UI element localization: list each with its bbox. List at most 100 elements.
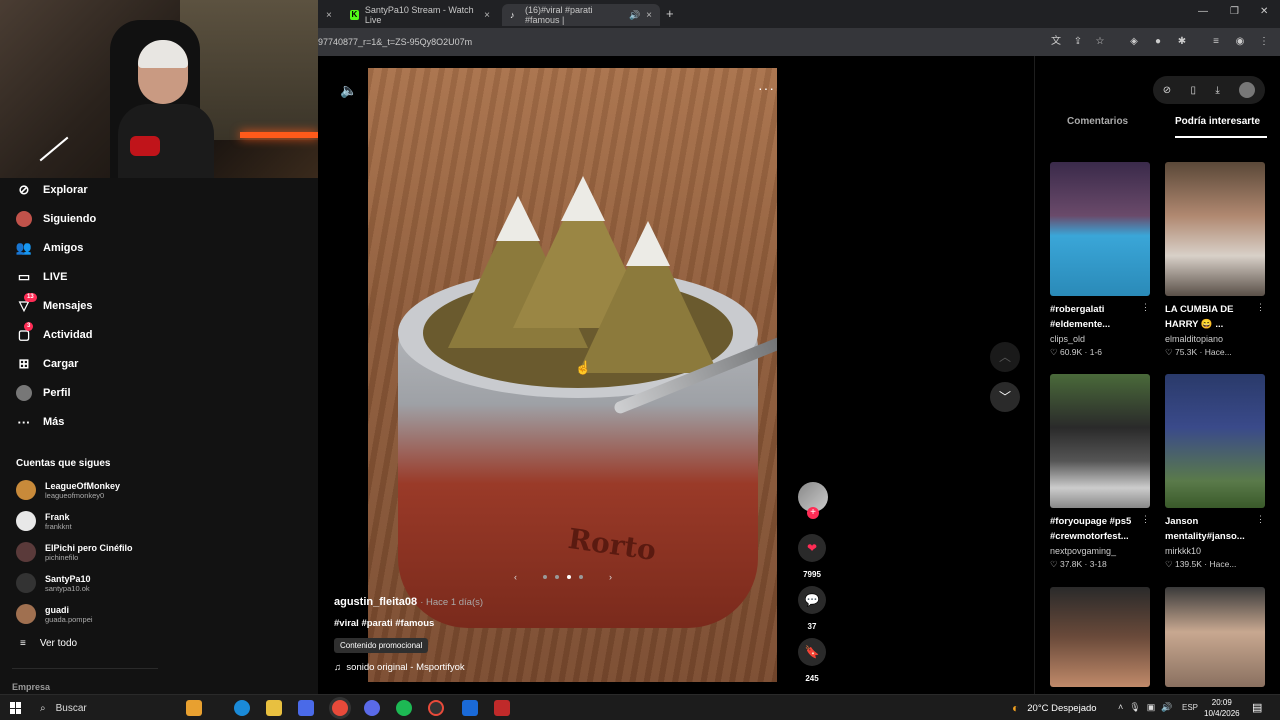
see-all-link[interactable]: ≡ Ver todo	[20, 638, 77, 649]
more-options-icon[interactable]: ⋮	[1256, 302, 1265, 313]
speaker-icon[interactable]: 🔊	[629, 10, 640, 21]
followed-account[interactable]: Frank frankknt	[16, 511, 72, 531]
suggested-video-card[interactable]: LA CUMBIA DE HARRY 😄 ... ⋮ elmalditopiano…	[1165, 162, 1267, 358]
compass-icon[interactable]: ⊘	[1163, 85, 1171, 96]
video-thumbnail[interactable]	[1050, 374, 1150, 508]
sidebar-item-mas[interactable]: ··· Más	[16, 414, 65, 430]
new-tab-button[interactable]: +	[666, 6, 674, 21]
volume-icon[interactable]: 🔊	[1161, 702, 1172, 713]
suggested-video-card[interactable]	[1050, 587, 1152, 687]
phone-icon[interactable]: ▯	[1191, 85, 1197, 96]
tab-tiktok-active[interactable]: ♪ (16)#viral #parati #famous | 🔊 ×	[502, 4, 660, 26]
tab-comments[interactable]: Comentarios	[1067, 116, 1128, 127]
like-button[interactable]: ❤ 7995	[798, 534, 826, 579]
follow-plus-button[interactable]: +	[807, 507, 819, 519]
sidebar-item-actividad[interactable]: ▢ 3 Actividad	[16, 322, 93, 343]
tab-suggested[interactable]: Podría interesarte	[1175, 116, 1260, 127]
obs-icon[interactable]	[428, 700, 444, 716]
close-window-icon[interactable]: ✕	[1260, 6, 1268, 17]
sidebar-item-mensajes[interactable]: ▽ 13 Mensajes	[16, 293, 93, 314]
extension-blue-icon[interactable]: ●	[1152, 36, 1164, 48]
video-thumbnail[interactable]	[1165, 162, 1265, 296]
tab-previous[interactable]: ×	[318, 4, 340, 26]
notification-icon[interactable]: ▤	[1252, 701, 1262, 714]
windows-start-icon[interactable]	[10, 702, 22, 714]
avatar[interactable]	[1239, 82, 1256, 98]
extension-shield-icon[interactable]: ◈	[1128, 36, 1140, 48]
bookmark-star-icon[interactable]: ☆	[1094, 36, 1106, 48]
next-video-button[interactable]: ﹀	[990, 382, 1020, 412]
sidebar-item-siguiendo[interactable]: Siguiendo	[16, 211, 96, 227]
sidebar-item-amigos[interactable]: 👥 Amigos	[16, 240, 83, 256]
sound-link[interactable]: ♫ sonido original - Msportifyok	[334, 662, 465, 673]
sidebar-item-live[interactable]: ▭ LIVE	[16, 269, 68, 285]
card-author[interactable]: elmalditopiano	[1165, 334, 1267, 344]
media-controls-icon[interactable]: ≡	[1210, 36, 1222, 48]
chevron-up-icon[interactable]: ˄	[1118, 702, 1123, 713]
carousel-dot[interactable]	[579, 575, 583, 579]
video-player[interactable]: Rorto	[368, 68, 777, 682]
video-caption[interactable]: #viral #parati #famous	[334, 618, 434, 629]
language-indicator[interactable]: ESP	[1182, 703, 1198, 712]
company-link[interactable]: Empresa	[12, 682, 50, 692]
menu-kebab-icon[interactable]: ⋮	[1258, 36, 1270, 48]
suggested-video-card[interactable]: #robergalati #eldemente... ⋮ clips_old ♡ …	[1050, 162, 1152, 358]
translate-icon[interactable]: 文	[1050, 36, 1062, 48]
more-options-icon[interactable]: ⋮	[1256, 514, 1265, 525]
install-app-icon[interactable]: ⇪	[1072, 36, 1084, 48]
carousel-dot[interactable]	[555, 575, 559, 579]
weather-widget[interactable]: ◐ 20°C Despejado	[1012, 701, 1097, 715]
url-field[interactable]: 97740877_r=1&_t=ZS-95Qy8O2U07m	[318, 37, 472, 47]
card-author[interactable]: nextpovgaming_	[1050, 546, 1152, 556]
video-thumbnail[interactable]	[1050, 162, 1150, 296]
card-author[interactable]: mirkkk10	[1165, 546, 1267, 556]
stream-tool-icon[interactable]	[494, 700, 510, 716]
sidebar-item-cargar[interactable]: ⊞ Cargar	[16, 356, 79, 372]
minimize-icon[interactable]: —	[1198, 6, 1208, 17]
network-icon[interactable]: ▣	[1147, 702, 1156, 713]
spotify-icon[interactable]	[396, 700, 412, 716]
microphone-icon[interactable]: 🎙	[1129, 702, 1140, 713]
more-options-icon[interactable]: ⋮	[1141, 302, 1150, 313]
followed-account[interactable]: ElPichi pero Cinéfilo pichinefilo	[16, 542, 133, 562]
author-name[interactable]: agustin_fleita08	[334, 596, 417, 608]
widget-mascot-icon[interactable]	[186, 700, 202, 716]
followed-account[interactable]: LeagueOfMonkey leagueofmonkey0	[16, 480, 120, 500]
close-icon[interactable]: ×	[646, 10, 652, 21]
more-options-icon[interactable]: ⋮	[1141, 514, 1150, 525]
more-options-icon[interactable]: ···	[758, 80, 775, 96]
copilot-icon[interactable]	[298, 700, 314, 716]
close-icon[interactable]: ×	[326, 10, 332, 21]
suggested-video-card[interactable]: #foryoupage #ps5 #crewmotorfest... ⋮ next…	[1050, 374, 1152, 570]
close-icon[interactable]: ×	[484, 10, 490, 21]
video-thumbnail[interactable]	[1050, 587, 1150, 687]
sidebar-item-explorar[interactable]: ⊘ Explorar	[16, 182, 88, 198]
sidebar-item-perfil[interactable]: Perfil	[16, 385, 71, 401]
suggested-video-card[interactable]: Janson mentality#janso... ⋮ mirkkk10 ♡ 13…	[1165, 374, 1267, 570]
volume-icon[interactable]: 🔈	[340, 82, 357, 99]
previous-video-button[interactable]: ︿	[990, 342, 1020, 372]
video-thumbnail[interactable]	[1165, 587, 1265, 687]
edge-browser-icon[interactable]	[234, 700, 250, 716]
chevron-right-icon[interactable]: ›	[609, 572, 612, 582]
followed-account[interactable]: guadi guada.pompei	[16, 604, 93, 624]
video-thumbnail[interactable]	[1165, 374, 1265, 508]
card-author[interactable]: clips_old	[1050, 334, 1152, 344]
download-icon[interactable]: ⤓	[1215, 85, 1219, 96]
clock[interactable]: 20:09 10/4/2026	[1204, 697, 1240, 719]
suggested-video-card[interactable]	[1165, 587, 1267, 687]
comment-button[interactable]: 💬 37	[798, 586, 826, 631]
profile-icon[interactable]: ◉	[1234, 36, 1246, 48]
chrome-icon[interactable]	[332, 700, 348, 716]
tab-kick-stream[interactable]: K SantyPa10 Stream - Watch Live ×	[342, 4, 498, 26]
extensions-puzzle-icon[interactable]: ✱	[1176, 36, 1188, 48]
restore-icon[interactable]: ❐	[1230, 6, 1239, 17]
video-author[interactable]: agustin_fleita08 · Hace 1 día(s)	[334, 596, 483, 608]
carousel-dot-active[interactable]	[567, 575, 571, 579]
discord-icon[interactable]	[364, 700, 380, 716]
followed-account[interactable]: SantyPa10 santypa10.ok	[16, 573, 91, 593]
outlook-icon[interactable]	[462, 700, 478, 716]
file-explorer-icon[interactable]	[266, 700, 282, 716]
carousel-dot[interactable]	[543, 575, 547, 579]
chevron-left-icon[interactable]: ‹	[514, 572, 517, 582]
